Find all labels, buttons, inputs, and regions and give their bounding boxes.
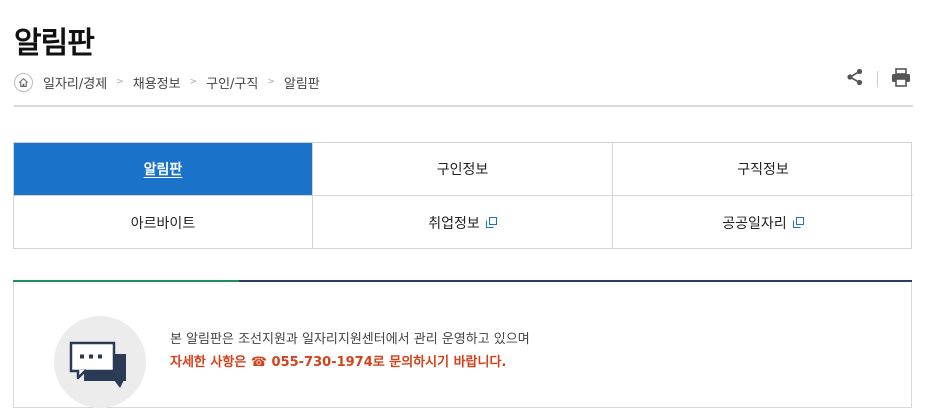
breadcrumb: 일자리/경제 > 채용정보 > 구인/구직 > 알림판 (14, 72, 320, 92)
breadcrumb-separator: > (189, 77, 198, 87)
tab-job-openings[interactable]: 구인정보 (313, 143, 613, 196)
tab-public-jobs[interactable]: 공공일자리 (613, 196, 913, 249)
title-divider (14, 105, 913, 107)
tab-label: 취업정보 (428, 215, 480, 232)
page-tools (846, 67, 911, 91)
home-icon[interactable] (14, 72, 33, 92)
content-tab-menu: 알림판 구인정보 구직정보 아르바이트 취업정보 공공일자리 (13, 142, 913, 249)
new-window-icon (792, 217, 804, 228)
print-icon[interactable] (891, 67, 911, 91)
page-title: 알림판 (14, 26, 95, 61)
notice-top-bar-accent (13, 280, 239, 282)
tools-divider (877, 71, 878, 87)
breadcrumb-item-recruitment[interactable]: 채용정보 (133, 73, 181, 92)
tab-label: 아르바이트 (130, 215, 196, 232)
breadcrumb-separator: > (267, 77, 275, 87)
tab-label: 구직정보 (737, 162, 789, 178)
notice-contact: 자세한 사항은 ☎ 055-730-1974로 문의하시기 바랍니다. (170, 355, 507, 370)
notice-top-bar (13, 280, 912, 282)
notice-text: 본 알림판은 조선지원과 일자리지원센터에서 관리 운영하고 있으며 자세한 사… (170, 328, 530, 374)
breadcrumb-item-jobs-economy[interactable]: 일자리/경제 (43, 73, 107, 92)
speech-bubble-icon (54, 316, 146, 408)
tab-label: 구인정보 (436, 162, 489, 178)
tab-employment-info[interactable]: 취업정보 (313, 196, 613, 249)
tab-notice-board[interactable]: 알림판 (14, 143, 313, 196)
tab-label: 알림판 (143, 162, 183, 178)
new-window-icon (485, 217, 497, 228)
tab-label: 공공일자리 (722, 215, 787, 232)
tab-job-seekers[interactable]: 구직정보 (613, 143, 913, 196)
breadcrumb-item-job-posting[interactable]: 구인/구직 (206, 73, 258, 92)
notice-description: 본 알림판은 조선지원과 일자리지원센터에서 관리 운영하고 있으며 (170, 332, 530, 347)
notice-box: 본 알림판은 조선지원과 일자리지원센터에서 관리 운영하고 있으며 자세한 사… (13, 280, 912, 408)
breadcrumb-separator: > (116, 77, 124, 87)
share-icon[interactable] (846, 68, 864, 90)
tab-part-time[interactable]: 아르바이트 (14, 196, 313, 249)
breadcrumb-item-current: 알림판 (283, 76, 320, 92)
